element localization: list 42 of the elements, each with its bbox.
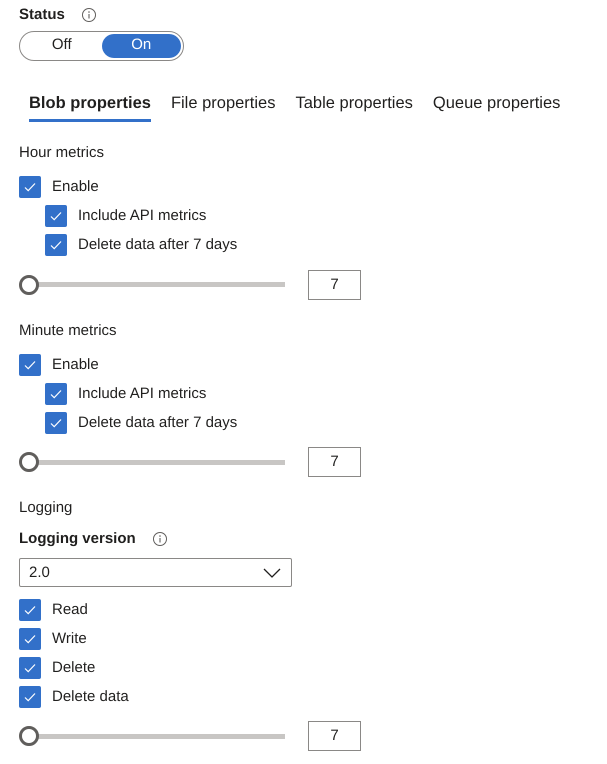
slider-thumb[interactable] xyxy=(19,452,39,472)
tab[interactable]: Blob properties xyxy=(29,90,151,122)
number-field[interactable]: 7 xyxy=(308,270,361,300)
checkbox[interactable] xyxy=(19,354,41,376)
tab[interactable]: Table properties xyxy=(295,90,413,122)
checkbox-label: Enable xyxy=(52,354,99,374)
checkbox-label: Delete xyxy=(52,658,96,678)
checkbox[interactable] xyxy=(45,382,67,405)
checkbox[interactable] xyxy=(19,176,41,198)
checkbox-label: Enable xyxy=(52,177,99,197)
slider-thumb[interactable] xyxy=(19,726,39,746)
checkbox-label: Include API metrics xyxy=(78,384,206,404)
status-label: Status xyxy=(19,5,65,25)
checkbox-label: Delete data after 7 days xyxy=(78,235,238,255)
toggle-option[interactable]: On xyxy=(102,34,181,58)
slider-thumb[interactable] xyxy=(19,274,39,295)
checkbox[interactable] xyxy=(19,686,41,708)
checkbox[interactable] xyxy=(19,628,41,650)
checkbox-label: Write xyxy=(52,628,87,648)
field-label: Logging version xyxy=(19,528,136,549)
checkbox-label: Include API metrics xyxy=(78,206,206,226)
dropdown[interactable]: 2.0 xyxy=(19,558,292,588)
number-field[interactable]: 7 xyxy=(308,447,361,478)
info-icon[interactable] xyxy=(152,531,168,547)
toggle-option[interactable]: Off xyxy=(22,34,102,58)
checkbox-label: Delete data after 7 days xyxy=(78,412,238,432)
tab[interactable]: File properties xyxy=(170,90,276,122)
info-icon[interactable] xyxy=(80,7,97,24)
section-title: Logging xyxy=(19,498,74,518)
checkbox[interactable] xyxy=(19,656,41,679)
checkbox-label: Read xyxy=(52,600,88,620)
tab[interactable]: Queue properties xyxy=(432,90,560,122)
toggle-switch[interactable]: Off On xyxy=(19,30,184,60)
chevron-down-icon xyxy=(263,568,281,578)
section-title: Minute metrics xyxy=(19,320,118,341)
checkbox-label: Delete data xyxy=(52,686,129,706)
checkbox[interactable] xyxy=(45,412,67,434)
checkbox[interactable] xyxy=(19,598,41,621)
checkbox[interactable] xyxy=(45,234,67,256)
checkbox[interactable] xyxy=(45,205,67,228)
section-title: Hour metrics xyxy=(19,143,106,164)
number-field[interactable]: 7 xyxy=(308,721,361,752)
